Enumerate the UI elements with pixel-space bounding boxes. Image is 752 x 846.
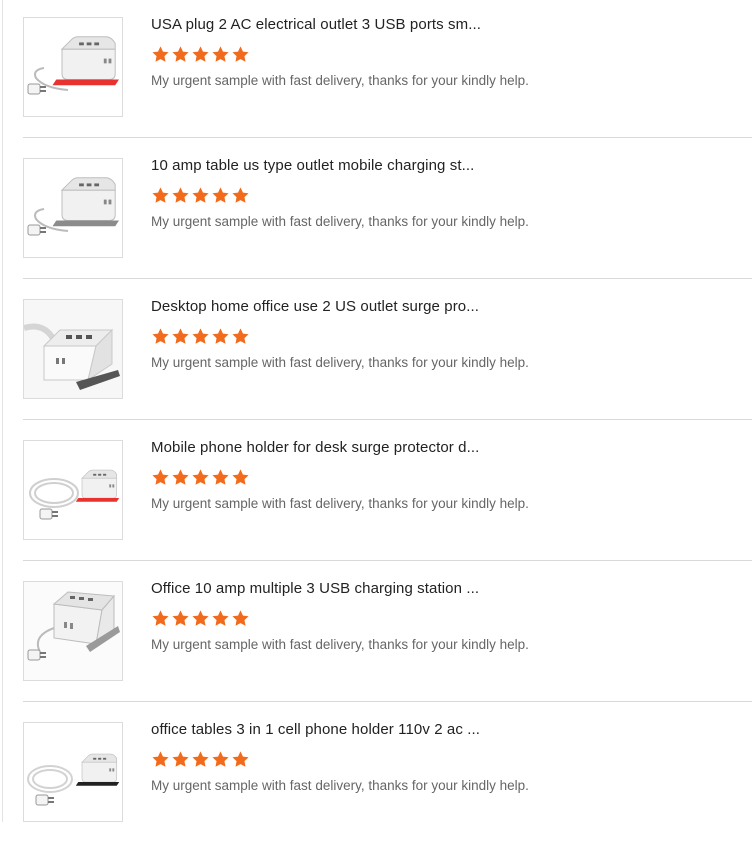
star-icon bbox=[231, 609, 251, 628]
product-title[interactable]: Office 10 amp multiple 3 USB charging st… bbox=[151, 580, 496, 597]
product-title[interactable]: office tables 3 in 1 cell phone holder 1… bbox=[151, 721, 496, 738]
star-icon bbox=[231, 45, 251, 64]
review-comment: My urgent sample with fast delivery, tha… bbox=[151, 355, 529, 370]
divider bbox=[23, 419, 752, 420]
star-icon bbox=[191, 186, 211, 205]
star-icon bbox=[151, 468, 171, 487]
star-icon bbox=[191, 327, 211, 346]
left-border bbox=[2, 0, 3, 822]
review-item: 10 amp table us type outlet mobile charg… bbox=[23, 141, 752, 282]
star-icon bbox=[211, 186, 231, 205]
product-thumbnail[interactable] bbox=[23, 581, 123, 681]
star-icon bbox=[191, 750, 211, 769]
product-thumbnail[interactable] bbox=[23, 17, 123, 117]
star-icon bbox=[191, 468, 211, 487]
star-icon bbox=[231, 468, 251, 487]
star-icon bbox=[151, 186, 171, 205]
star-icon bbox=[211, 468, 231, 487]
star-rating bbox=[151, 327, 251, 347]
star-rating bbox=[151, 45, 251, 65]
star-icon bbox=[171, 750, 191, 769]
review-item: Office 10 amp multiple 3 USB charging st… bbox=[23, 564, 752, 705]
review-comment: My urgent sample with fast delivery, tha… bbox=[151, 214, 529, 229]
star-icon bbox=[151, 45, 171, 64]
review-comment: My urgent sample with fast delivery, tha… bbox=[151, 637, 529, 652]
product-thumbnail[interactable] bbox=[23, 158, 123, 258]
product-title[interactable]: USA plug 2 AC electrical outlet 3 USB po… bbox=[151, 16, 496, 33]
product-image bbox=[24, 582, 122, 680]
star-icon bbox=[231, 750, 251, 769]
product-image bbox=[27, 753, 120, 806]
star-icon bbox=[211, 609, 231, 628]
star-icon bbox=[151, 609, 171, 628]
star-rating bbox=[151, 468, 251, 488]
star-icon bbox=[231, 186, 251, 205]
star-icon bbox=[171, 609, 191, 628]
review-item: office tables 3 in 1 cell phone holder 1… bbox=[23, 705, 752, 846]
star-rating bbox=[151, 750, 251, 770]
product-image bbox=[29, 469, 120, 520]
divider bbox=[23, 137, 752, 138]
review-comment: My urgent sample with fast delivery, tha… bbox=[151, 778, 529, 793]
star-rating bbox=[151, 609, 251, 629]
star-icon bbox=[171, 186, 191, 205]
product-image bbox=[27, 36, 119, 95]
review-list: USA plug 2 AC electrical outlet 3 USB po… bbox=[23, 0, 752, 846]
star-icon bbox=[171, 45, 191, 64]
product-thumbnail[interactable] bbox=[23, 440, 123, 540]
review-item: Mobile phone holder for desk surge prote… bbox=[23, 423, 752, 564]
product-image bbox=[27, 177, 119, 236]
review-item: USA plug 2 AC electrical outlet 3 USB po… bbox=[23, 0, 752, 141]
product-thumbnail[interactable] bbox=[23, 299, 123, 399]
star-icon bbox=[151, 750, 171, 769]
product-title[interactable]: Desktop home office use 2 US outlet surg… bbox=[151, 298, 496, 315]
star-icon bbox=[211, 327, 231, 346]
star-icon bbox=[171, 468, 191, 487]
product-image bbox=[24, 300, 122, 398]
star-icon bbox=[211, 45, 231, 64]
review-item: Desktop home office use 2 US outlet surg… bbox=[23, 282, 752, 423]
product-title[interactable]: 10 amp table us type outlet mobile charg… bbox=[151, 157, 496, 174]
star-icon bbox=[191, 45, 211, 64]
product-title[interactable]: Mobile phone holder for desk surge prote… bbox=[151, 439, 496, 456]
star-icon bbox=[211, 750, 231, 769]
star-icon bbox=[191, 609, 211, 628]
review-comment: My urgent sample with fast delivery, tha… bbox=[151, 496, 529, 511]
divider bbox=[23, 278, 752, 279]
divider bbox=[23, 560, 752, 561]
review-comment: My urgent sample with fast delivery, tha… bbox=[151, 73, 529, 88]
divider bbox=[23, 701, 752, 702]
star-icon bbox=[151, 327, 171, 346]
product-thumbnail[interactable] bbox=[23, 722, 123, 822]
star-rating bbox=[151, 186, 251, 206]
star-icon bbox=[231, 327, 251, 346]
star-icon bbox=[171, 327, 191, 346]
